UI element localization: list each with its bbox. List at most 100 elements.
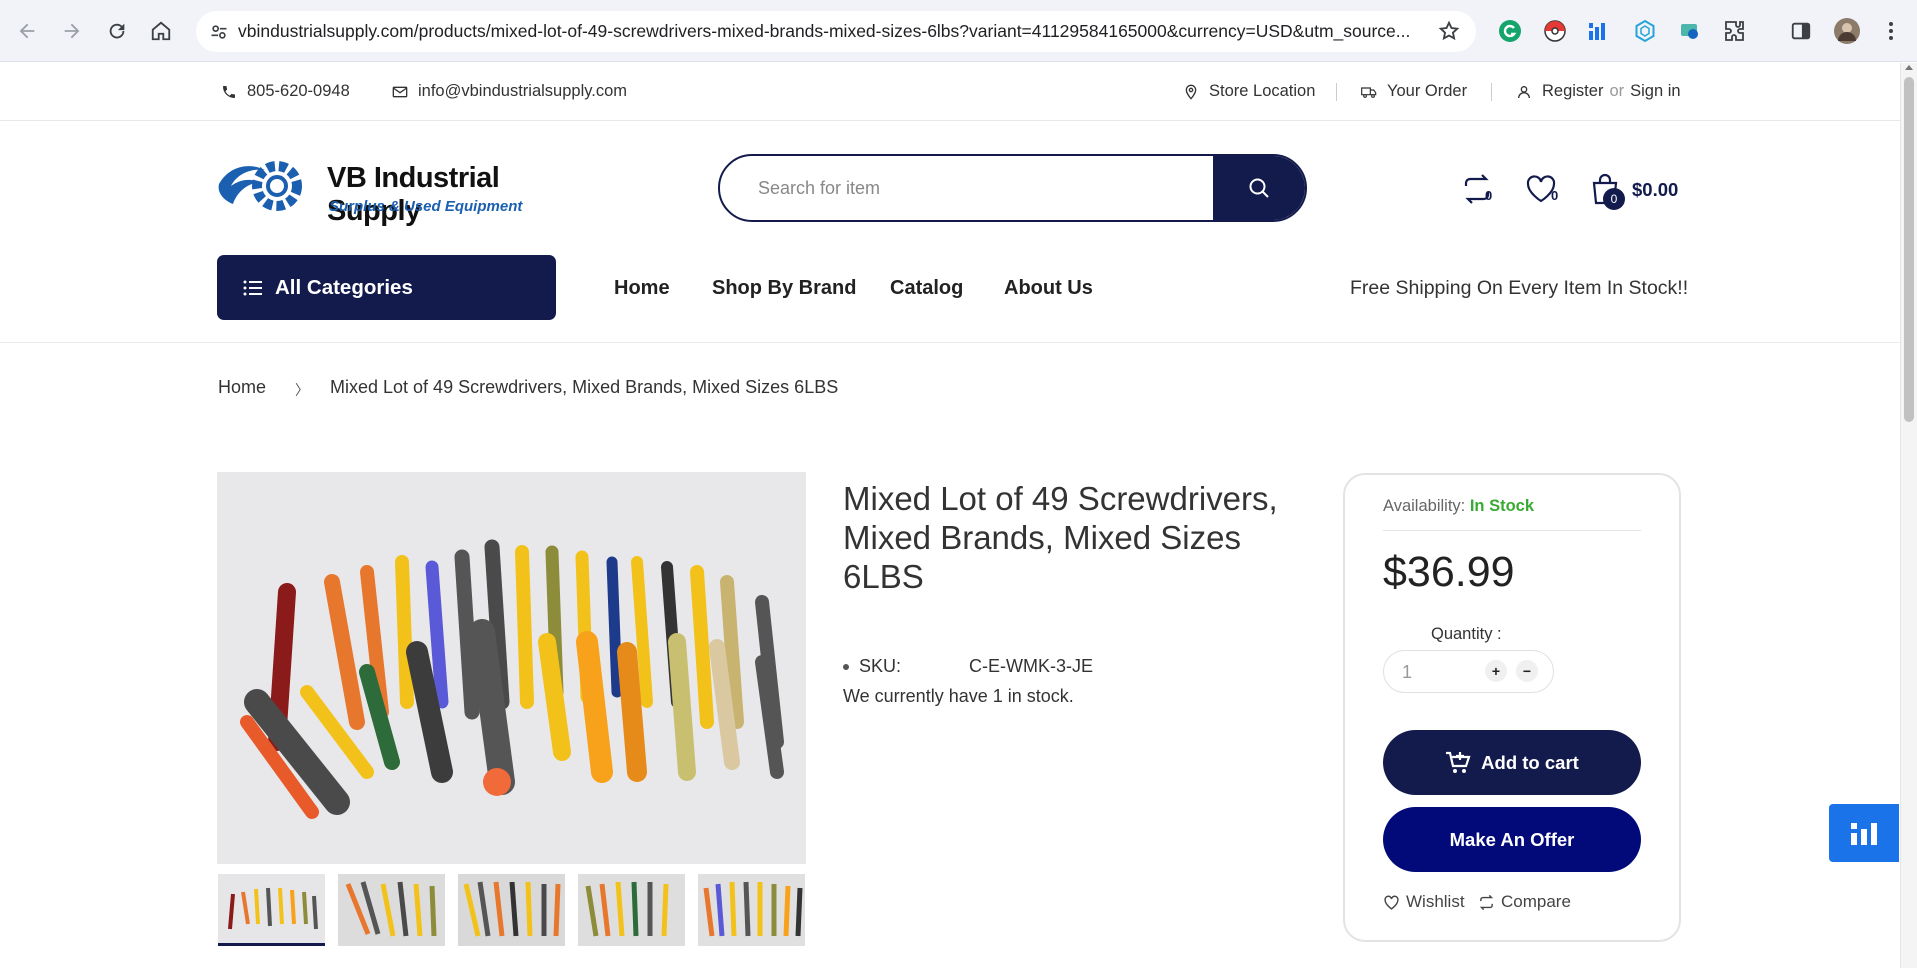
phone-link[interactable]: 805-620-0948 (221, 82, 350, 101)
product-title: Mixed Lot of 49 Screwdrivers, Mixed Bran… (843, 480, 1278, 595)
store-location-text: Store Location (1209, 82, 1316, 100)
thumbnail-1[interactable] (218, 874, 325, 946)
compare-link[interactable]: Compare (1478, 892, 1571, 912)
arrow-right-icon (64, 23, 80, 39)
divider (1383, 530, 1641, 531)
thumbnail-photo (338, 874, 445, 946)
browser-menu-icon[interactable] (1878, 18, 1904, 44)
analytics-widget-icon (1851, 823, 1877, 845)
back-button[interactable] (10, 14, 44, 48)
sku-value: C-E-WMK-3-JE (969, 656, 1093, 676)
list-icon (243, 280, 262, 295)
sku-row: SKU: C-E-WMK-3-JE (843, 656, 1093, 677)
email-text: info@vbindustrialsupply.com (418, 82, 628, 100)
scrollbar-thumb[interactable] (1904, 77, 1914, 422)
cart-count-badge: 0 (1603, 188, 1625, 210)
browser-toolbar: vbindustrialsupply.com/products/mixed-lo… (0, 0, 1917, 62)
quantity-label: Quantity : (1431, 625, 1502, 643)
network-extension-icon[interactable] (1632, 18, 1658, 44)
thumbnail-photo (458, 874, 565, 946)
quantity-stepper: + − (1383, 650, 1554, 693)
product-main-image[interactable] (217, 472, 806, 864)
compare-label: Compare (1501, 892, 1571, 911)
nav-about-us[interactable]: About Us (1004, 277, 1093, 300)
heart-icon (1384, 895, 1399, 910)
reload-icon (109, 23, 125, 39)
pokeball-extension-icon[interactable] (1542, 18, 1568, 44)
quantity-increase-button[interactable]: + (1485, 660, 1507, 682)
scroll-up-arrow-icon[interactable] (1905, 65, 1913, 70)
phone-text: 805-620-0948 (247, 82, 350, 100)
url-text[interactable]: vbindustrialsupply.com/products/mixed-lo… (238, 21, 1418, 42)
thumbnail-4[interactable] (578, 874, 685, 946)
thumbnail-3[interactable] (458, 874, 565, 946)
wishlist-link[interactable]: Wishlist (1383, 892, 1465, 912)
sku-label: SKU: (859, 656, 902, 676)
make-offer-label: Make An Offer (1449, 828, 1575, 850)
nav-catalog[interactable]: Catalog (890, 277, 963, 300)
availability: Availability: In Stock (1383, 497, 1534, 516)
bullet (843, 664, 849, 670)
compare-count: 0 (1485, 188, 1493, 203)
screwdrivers-photo (217, 472, 806, 864)
nav-home[interactable]: Home (614, 277, 670, 300)
thumbnail-2[interactable] (338, 874, 445, 946)
screen-capture-extension-icon[interactable] (1677, 18, 1703, 44)
site-settings-icon[interactable] (206, 19, 232, 45)
register-link[interactable]: Register (1542, 82, 1603, 101)
all-categories-button[interactable]: All Categories (217, 255, 556, 320)
buy-box: Availability: In Stock $36.99 Quantity :… (1343, 473, 1681, 942)
thumbnail-photo (578, 874, 685, 946)
reload-button[interactable] (100, 14, 134, 48)
home-icon (151, 21, 171, 41)
map-pin-icon (1185, 84, 1197, 100)
email-link[interactable]: info@vbindustrialsupply.com (392, 82, 627, 101)
quantity-input[interactable] (1402, 661, 1462, 683)
breadcrumb-separator: 〉 (295, 382, 309, 398)
topbar-divider (1336, 83, 1337, 101)
home-button[interactable] (144, 14, 178, 48)
topbar-divider (1491, 83, 1492, 101)
logo-name: VB Industrial Supply (327, 162, 500, 227)
top-info-bar: 805-620-0948 info@vbindustrialsupply.com… (0, 63, 1900, 121)
forward-button[interactable] (55, 14, 89, 48)
availability-value: In Stock (1469, 497, 1535, 515)
mail-icon (392, 86, 408, 97)
extensions-puzzle-icon[interactable] (1722, 18, 1748, 44)
or-text: or (1609, 82, 1625, 100)
make-offer-button[interactable]: Make An Offer (1383, 807, 1641, 872)
profile-avatar[interactable] (1834, 18, 1860, 44)
your-order-text: Your Order (1387, 82, 1468, 100)
grammarly-extension-icon[interactable] (1497, 18, 1523, 44)
quantity-decrease-button[interactable]: − (1516, 660, 1538, 682)
analytics-extension-icon[interactable] (1586, 18, 1612, 44)
cart-total[interactable]: $0.00 (1632, 179, 1678, 201)
address-bar[interactable]: vbindustrialsupply.com/products/mixed-lo… (196, 11, 1476, 52)
stock-message: We currently have 1 in stock. (843, 686, 1074, 706)
thumbnail-photo (698, 874, 805, 946)
compare-arrows-icon (1479, 894, 1494, 910)
side-panel-icon[interactable] (1788, 18, 1814, 44)
search-input[interactable] (720, 156, 1214, 220)
account-links: Register or Sign in (1516, 82, 1681, 101)
thumbnail-photo (218, 874, 325, 943)
phone-icon (223, 85, 235, 98)
sign-in-link[interactable]: Sign in (1630, 82, 1680, 101)
thumbnail-5[interactable] (698, 874, 805, 946)
add-to-cart-button[interactable]: Add to cart (1383, 730, 1641, 795)
nav-shop-by-brand[interactable]: Shop By Brand (712, 277, 856, 300)
breadcrumb-home[interactable]: Home (218, 377, 266, 398)
site-logo[interactable]: VB Industrial Supply Surplus & Used Equi… (217, 156, 577, 227)
search-button[interactable] (1213, 156, 1305, 220)
bookmark-star-icon[interactable] (1438, 20, 1460, 42)
page-scrollbar[interactable] (1900, 63, 1917, 968)
product-price: $36.99 (1383, 548, 1515, 596)
cart-plus-icon (1446, 751, 1471, 773)
store-location-link[interactable]: Store Location (1183, 82, 1315, 101)
your-order-link[interactable]: Your Order (1361, 82, 1467, 101)
gear-logo-icon (218, 161, 302, 211)
wishlist-label: Wishlist (1406, 892, 1465, 911)
floating-widget-button[interactable] (1829, 804, 1899, 862)
wishlist-count: 0 (1551, 188, 1559, 203)
search-bar (718, 154, 1307, 222)
